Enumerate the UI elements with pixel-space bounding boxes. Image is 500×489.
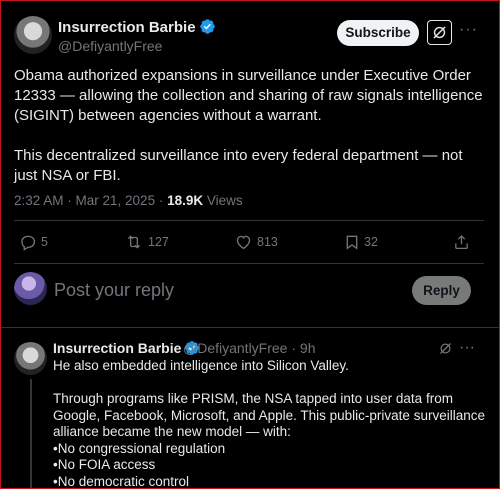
more-icon: ··· (459, 339, 475, 356)
reply-text: He also embedded intelligence into Silic… (53, 358, 485, 489)
app-window: Insurrection Barbie @DefiyantlyFree Subs… (0, 0, 500, 489)
author-name-text: Insurrection Barbie (58, 19, 196, 36)
author-avatar[interactable] (14, 16, 52, 54)
author-name[interactable]: Insurrection Barbie (58, 18, 216, 36)
share-icon (455, 235, 468, 250)
reply-input[interactable]: Post your reply (54, 280, 174, 301)
views-label: Views (203, 193, 243, 208)
tweet-timestamp[interactable]: 2:32 AM · Mar 21, 2025 · (14, 193, 167, 208)
repost-action[interactable]: 127 (124, 233, 169, 251)
reply-handle-time[interactable]: @DefiyantlyFree · 9h (183, 340, 315, 356)
like-action[interactable]: 813 (234, 233, 278, 251)
thread-line (30, 379, 32, 488)
reply-author-name-text: Insurrection Barbie (53, 340, 182, 356)
grok-icon (440, 343, 451, 354)
reply-count: 5 (41, 235, 48, 249)
reply-more-button[interactable]: ··· (459, 339, 475, 356)
bookmark-icon (346, 235, 358, 250)
grok-button[interactable] (427, 20, 452, 45)
more-icon: ··· (459, 21, 478, 38)
tweet-meta: 2:32 AM · Mar 21, 2025 · 18.9K Views (14, 193, 243, 208)
reply-button[interactable]: Reply (412, 276, 471, 305)
current-user-avatar[interactable] (14, 272, 47, 305)
like-icon (236, 235, 251, 250)
grok-icon (433, 26, 446, 39)
subscribe-button[interactable]: Subscribe (337, 20, 419, 46)
verified-badge-icon (199, 19, 215, 34)
reply-icon (21, 235, 36, 251)
like-count: 813 (257, 235, 278, 249)
reply-author-avatar[interactable] (14, 342, 47, 375)
more-button[interactable]: ··· (459, 22, 477, 43)
divider (1, 327, 499, 328)
views-count: 18.9K (167, 193, 204, 208)
author-handle[interactable]: @DefiyantlyFree (58, 38, 162, 54)
repost-count: 127 (148, 235, 169, 249)
divider (14, 220, 484, 221)
repost-icon (127, 235, 141, 249)
tweet-text: Obama authorized expansions in surveilla… (14, 67, 483, 184)
bookmark-action[interactable]: 32 (344, 233, 378, 251)
reply-author-name[interactable]: Insurrection Barbie (53, 340, 200, 356)
divider (14, 263, 484, 264)
share-action[interactable] (453, 233, 470, 251)
bookmark-count: 32 (364, 235, 378, 249)
reply-action[interactable]: 5 (19, 233, 48, 251)
